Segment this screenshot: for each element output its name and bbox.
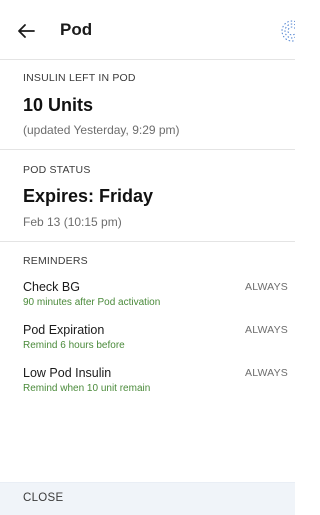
pod-status-detail: Feb 13 (10:15 pm) bbox=[23, 215, 122, 229]
reminder-status: ALWAYS bbox=[245, 324, 289, 336]
reminder-description: Remind when 10 unit remain bbox=[23, 383, 151, 394]
insulin-updated: (updated Yesterday, 9:29 pm) bbox=[23, 123, 180, 137]
reminders-section: REMINDERS Check BG 90 minutes after Pod … bbox=[0, 242, 295, 482]
pod-dots-icon[interactable] bbox=[281, 20, 295, 42]
back-button[interactable] bbox=[12, 17, 40, 45]
reminder-title: Low Pod Insulin bbox=[23, 366, 112, 380]
reminder-status: ALWAYS bbox=[245, 281, 289, 293]
reminder-check-bg[interactable]: Check BG 90 minutes after Pod activation… bbox=[0, 280, 295, 314]
pod-status-section: POD STATUS Expires: Friday Feb 13 (10:15… bbox=[0, 150, 295, 242]
reminders-label: REMINDERS bbox=[23, 255, 88, 267]
reminder-pod-expiration[interactable]: Pod Expiration Remind 6 hours before ALW… bbox=[0, 323, 295, 357]
reminder-title: Pod Expiration bbox=[23, 323, 105, 337]
reminder-title: Check BG bbox=[23, 280, 80, 294]
reminder-low-pod-insulin[interactable]: Low Pod Insulin Remind when 10 unit rema… bbox=[0, 366, 295, 400]
insulin-value: 10 Units bbox=[23, 95, 94, 115]
insulin-label: INSULIN LEFT IN POD bbox=[23, 72, 136, 84]
pod-status-label: POD STATUS bbox=[23, 164, 91, 176]
pod-status-value: Expires: Friday bbox=[23, 186, 154, 206]
pod-screen: Pod INSULIN LEFT IN POD 10 Units (update… bbox=[0, 0, 295, 515]
reminder-description: 90 minutes after Pod activation bbox=[23, 297, 161, 308]
insulin-section: INSULIN LEFT IN POD 10 Units (updated Ye… bbox=[0, 60, 295, 150]
reminder-status: ALWAYS bbox=[245, 367, 289, 379]
close-label: CLOSE bbox=[23, 492, 64, 504]
arrow-left-icon bbox=[18, 24, 35, 38]
page-title: Pod bbox=[60, 20, 93, 39]
close-button[interactable]: CLOSE bbox=[0, 482, 295, 515]
reminder-description: Remind 6 hours before bbox=[23, 340, 125, 351]
app-header: Pod bbox=[0, 0, 295, 60]
